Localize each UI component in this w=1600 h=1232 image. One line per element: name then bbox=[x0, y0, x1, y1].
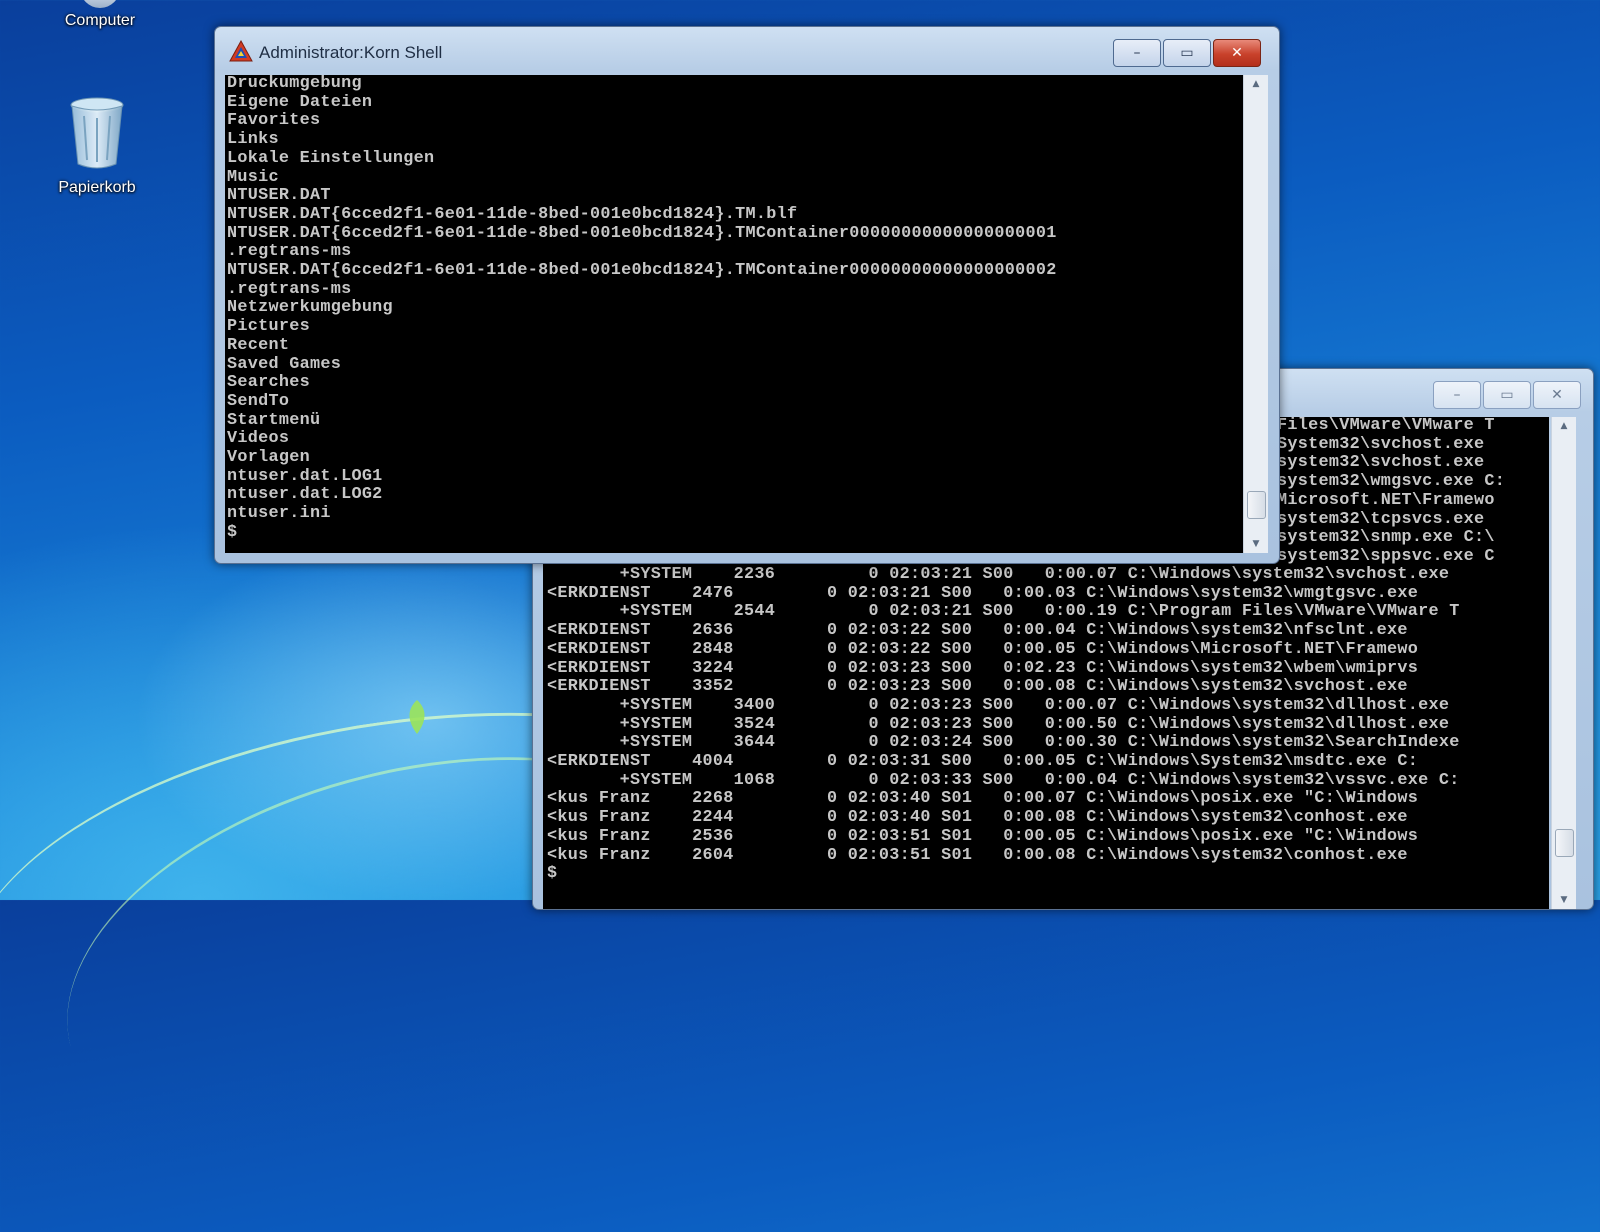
console-line: +SYSTEM 3644 0 02:03:24 S00 0:00.30 C:\W… bbox=[547, 733, 1460, 753]
console-line: ntuser.dat.LOG1 bbox=[227, 466, 383, 486]
console-line: system32\wmgsvc.exe C: bbox=[1277, 472, 1506, 492]
console-line: Saved Games bbox=[227, 354, 342, 374]
console-line: <ERKDIENST 3352 0 02:03:23 S00 0:00.08 C… bbox=[547, 677, 1408, 697]
console-line: Druckumgebung bbox=[227, 75, 362, 93]
scroll-down-icon[interactable]: ▼ bbox=[1552, 891, 1576, 909]
console-line: <ERKDIENST 3224 0 02:03:23 S00 0:02.23 C… bbox=[547, 658, 1419, 678]
console-line: NTUSER.DAT bbox=[227, 186, 331, 206]
console-line: <ERKDIENST 2636 0 02:03:22 S00 0:00.04 C… bbox=[547, 621, 1408, 641]
wallpaper-leaf-icon bbox=[409, 700, 425, 734]
console-line: NTUSER.DAT{6cced2f1-6e01-11de-8bed-001e0… bbox=[227, 204, 798, 224]
window-title: Administrator:Korn Shell bbox=[259, 43, 443, 62]
scroll-thumb[interactable] bbox=[1247, 491, 1266, 519]
console-line: Netzwerkumgebung bbox=[227, 298, 393, 318]
korn-shell-app-icon bbox=[229, 40, 253, 62]
console-line: <kus Franz 2604 0 02:03:51 S01 0:00.08 C… bbox=[547, 845, 1408, 865]
console-line: Files\VMware\VMware T bbox=[1277, 417, 1495, 435]
window-controls: – ▭ ✕ bbox=[1113, 39, 1261, 67]
scroll-up-icon[interactable]: ▲ bbox=[1244, 75, 1268, 93]
recycle-bin-icon bbox=[70, 97, 124, 169]
console-line: system32\sppsvc.exe C bbox=[1277, 546, 1495, 566]
process-rows: +SYSTEM 2236 0 02:03:21 S00 0:00.07 C:\W… bbox=[547, 565, 1460, 884]
console-line: Links bbox=[227, 130, 279, 150]
console-line: System32\svchost.exe bbox=[1277, 434, 1485, 454]
console-line: system32\tcpsvcs.exe bbox=[1277, 509, 1485, 529]
desktop-icon-computer[interactable]: Computer bbox=[45, 0, 155, 30]
console-line: Startmenü bbox=[227, 410, 321, 430]
scroll-down-icon[interactable]: ▼ bbox=[1244, 535, 1268, 553]
console-line: <ERKDIENST 2848 0 02:03:22 S00 0:00.05 C… bbox=[547, 639, 1419, 659]
console-line: .regtrans-ms bbox=[227, 279, 352, 299]
korn-shell-window[interactable]: Administrator:Korn Shell – ▭ ✕ Druckumge… bbox=[214, 26, 1280, 564]
console-line: <kus Franz 2244 0 02:03:40 S01 0:00.08 C… bbox=[547, 808, 1408, 828]
console-line: Music bbox=[227, 167, 279, 187]
console-line: Recent bbox=[227, 335, 290, 355]
console-line: Searches bbox=[227, 373, 310, 393]
window-controls: – ▭ ✕ bbox=[1433, 381, 1581, 409]
minimize-button[interactable]: – bbox=[1433, 381, 1481, 409]
console-line: +SYSTEM 1068 0 02:03:33 S00 0:00.04 C:\W… bbox=[547, 770, 1460, 790]
console-line: <ERKDIENST 4004 0 02:03:31 S00 0:00.05 C… bbox=[547, 752, 1419, 772]
console-line: $ bbox=[547, 864, 558, 884]
console-line: ntuser.dat.LOG2 bbox=[227, 485, 383, 505]
console-line: +SYSTEM 3524 0 02:03:23 S00 0:00.50 C:\W… bbox=[547, 714, 1450, 734]
close-button[interactable]: ✕ bbox=[1533, 381, 1581, 409]
console-line: Microsoft.NET\Framewo bbox=[1277, 490, 1495, 510]
console-line: NTUSER.DAT{6cced2f1-6e01-11de-8bed-001e0… bbox=[227, 261, 1057, 281]
console-line: +SYSTEM 2544 0 02:03:21 S00 0:00.19 C:\P… bbox=[547, 602, 1460, 622]
console-line: system32\snmp.exe C:\ bbox=[1277, 528, 1495, 548]
desktop-icon-label: Computer bbox=[64, 12, 136, 29]
vertical-scrollbar[interactable]: ▲ ▼ bbox=[1243, 75, 1268, 553]
console-line: <kus Franz 2536 0 02:03:51 S01 0:00.05 C… bbox=[547, 826, 1419, 846]
console-line: <kus Franz 2268 0 02:03:40 S01 0:00.07 C… bbox=[547, 789, 1419, 809]
shell-console-output[interactable]: Druckumgebung Eigene Dateien Favorites Link… bbox=[225, 75, 1243, 553]
console-line: Vorlagen bbox=[227, 448, 310, 468]
console-line: ntuser.ini bbox=[227, 504, 331, 524]
console-line: system32\svchost.exe bbox=[1277, 453, 1485, 473]
console-line: $ bbox=[227, 522, 238, 542]
console-line: Videos bbox=[227, 429, 290, 449]
console-line: Pictures bbox=[227, 317, 310, 337]
console-line: Favorites bbox=[227, 111, 321, 131]
desktop-icon-label: Papierkorb bbox=[58, 179, 136, 196]
maximize-button[interactable]: ▭ bbox=[1483, 381, 1531, 409]
process-path-lines: Files\VMware\VMware T System32\svchost.ex… bbox=[1277, 417, 1505, 567]
close-button[interactable]: ✕ bbox=[1213, 39, 1261, 67]
minimize-button[interactable]: – bbox=[1113, 39, 1161, 67]
desktop-icon-recycle-bin[interactable]: Papierkorb bbox=[42, 96, 152, 197]
maximize-button[interactable]: ▭ bbox=[1163, 39, 1211, 67]
console-line: .regtrans-ms bbox=[227, 242, 352, 262]
console-line: +SYSTEM 3400 0 02:03:23 S00 0:00.07 C:\W… bbox=[547, 695, 1450, 715]
console-line: +SYSTEM 2236 0 02:03:21 S00 0:00.07 C:\W… bbox=[547, 565, 1450, 584]
scroll-up-icon[interactable]: ▲ bbox=[1552, 417, 1576, 435]
console-line: NTUSER.DAT{6cced2f1-6e01-11de-8bed-001e0… bbox=[227, 223, 1057, 243]
console-line: <ERKDIENST 2476 0 02:03:21 S00 0:00.03 C… bbox=[547, 583, 1419, 603]
vertical-scrollbar[interactable]: ▲ ▼ bbox=[1551, 417, 1576, 909]
console-line: Eigene Dateien bbox=[227, 92, 373, 112]
computer-icon bbox=[80, 0, 120, 8]
console-line: Lokale Einstellungen bbox=[227, 148, 435, 168]
scroll-thumb[interactable] bbox=[1555, 829, 1574, 857]
console-line: SendTo bbox=[227, 391, 290, 411]
